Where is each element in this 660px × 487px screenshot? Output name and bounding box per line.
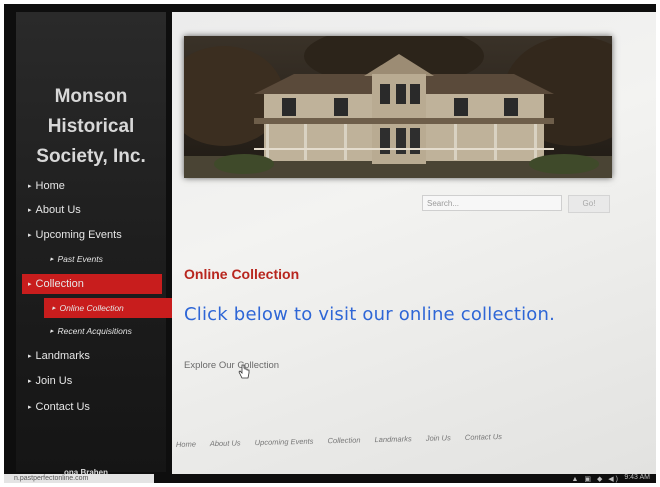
nav-item-label: Upcoming Events bbox=[35, 229, 122, 241]
screen-frame: Monson Historical Society, Inc. ▸ Home ▸ A… bbox=[4, 4, 656, 483]
nav-item-about-us[interactable]: ▸ About Us bbox=[22, 200, 162, 220]
nav-item-label: Home bbox=[35, 180, 65, 192]
nav-item-label: Contact Us bbox=[35, 401, 90, 413]
footer-link-home[interactable]: Home bbox=[176, 440, 196, 449]
nav-item-label: Online Collection bbox=[59, 303, 124, 313]
site-title-line: Historical bbox=[47, 116, 135, 137]
nav-item-label: About Us bbox=[35, 204, 81, 216]
page-title: Online Collection bbox=[184, 266, 300, 282]
visit-collection-text: Click below to visit our online collecti… bbox=[184, 304, 556, 325]
arrow-right-icon: ▸ bbox=[28, 378, 32, 385]
taskbar-tray-icons[interactable]: ▲ ▣ ◆ ◀) bbox=[572, 475, 620, 483]
sidebar: Monson Historical Society, Inc. ▸ Home ▸ A… bbox=[16, 12, 172, 472]
nav-item-join-us[interactable]: ▸ Join Us bbox=[22, 371, 162, 391]
nav-item-home[interactable]: ▸ Home bbox=[22, 176, 162, 196]
main-content: Search... Go! Online Collection Click be… bbox=[172, 12, 656, 474]
arrow-right-icon: ▸ bbox=[28, 353, 32, 360]
nav-item-past-events[interactable]: ▸ Past Events bbox=[22, 249, 162, 269]
footer-link-about-us[interactable]: About Us bbox=[210, 438, 241, 448]
site-title-line: Society, Inc. bbox=[36, 146, 146, 167]
footer-link-upcoming-events[interactable]: Upcoming Events bbox=[255, 437, 314, 447]
site-title-line: Monson bbox=[54, 86, 128, 107]
nav-item-collection[interactable]: ▸ Collection bbox=[22, 274, 162, 294]
go-button[interactable]: Go! bbox=[568, 195, 610, 213]
nav-item-upcoming-events[interactable]: ▸ Upcoming Events bbox=[22, 225, 162, 245]
arrow-right-icon: ▸ bbox=[28, 183, 32, 190]
house-illustration bbox=[184, 36, 612, 178]
arrow-right-icon: ▸ bbox=[50, 328, 54, 335]
nav-item-label: Recent Acquisitions bbox=[57, 326, 132, 336]
status-bar-url: n.pastperfectonline.com bbox=[4, 474, 154, 483]
house-banner-image bbox=[184, 36, 612, 178]
site-title: Monson Historical Society, Inc. bbox=[16, 82, 166, 172]
footer-link-landmarks[interactable]: Landmarks bbox=[374, 434, 411, 444]
footer-link-contact-us[interactable]: Contact Us bbox=[465, 432, 502, 442]
nav-item-contact-us[interactable]: ▸ Contact Us bbox=[22, 397, 162, 417]
nav-item-landmarks[interactable]: ▸ Landmarks bbox=[22, 346, 162, 366]
arrow-right-icon: ▸ bbox=[28, 232, 32, 239]
nav-item-label: Collection bbox=[35, 278, 84, 290]
footer-nav: Home About Us Upcoming Events Collection… bbox=[176, 432, 514, 454]
nav-item-online-collection[interactable]: ▸ Online Collection bbox=[44, 298, 172, 318]
footer-link-collection[interactable]: Collection bbox=[327, 435, 360, 445]
nav-item-label: Past Events bbox=[57, 254, 103, 264]
nav-item-label: Landmarks bbox=[35, 350, 90, 362]
arrow-right-icon: ▸ bbox=[50, 256, 54, 263]
hand-cursor-icon bbox=[238, 364, 250, 379]
arrow-right-icon: ▸ bbox=[52, 305, 56, 312]
nav-item-label: Join Us bbox=[35, 375, 73, 387]
arrow-right-icon: ▸ bbox=[28, 281, 32, 288]
search-placeholder: Search... bbox=[427, 199, 460, 208]
footer-link-join-us[interactable]: Join Us bbox=[426, 433, 451, 443]
arrow-right-icon: ▸ bbox=[28, 404, 32, 411]
arrow-right-icon: ▸ bbox=[28, 207, 32, 214]
nav-item-recent-acquisitions[interactable]: ▸ Recent Acquisitions bbox=[22, 321, 162, 341]
taskbar-clock[interactable]: 9:43 AM bbox=[624, 474, 650, 481]
search-input[interactable]: Search... bbox=[422, 195, 562, 211]
explore-collection-link[interactable]: Explore Our Collection bbox=[184, 360, 279, 371]
